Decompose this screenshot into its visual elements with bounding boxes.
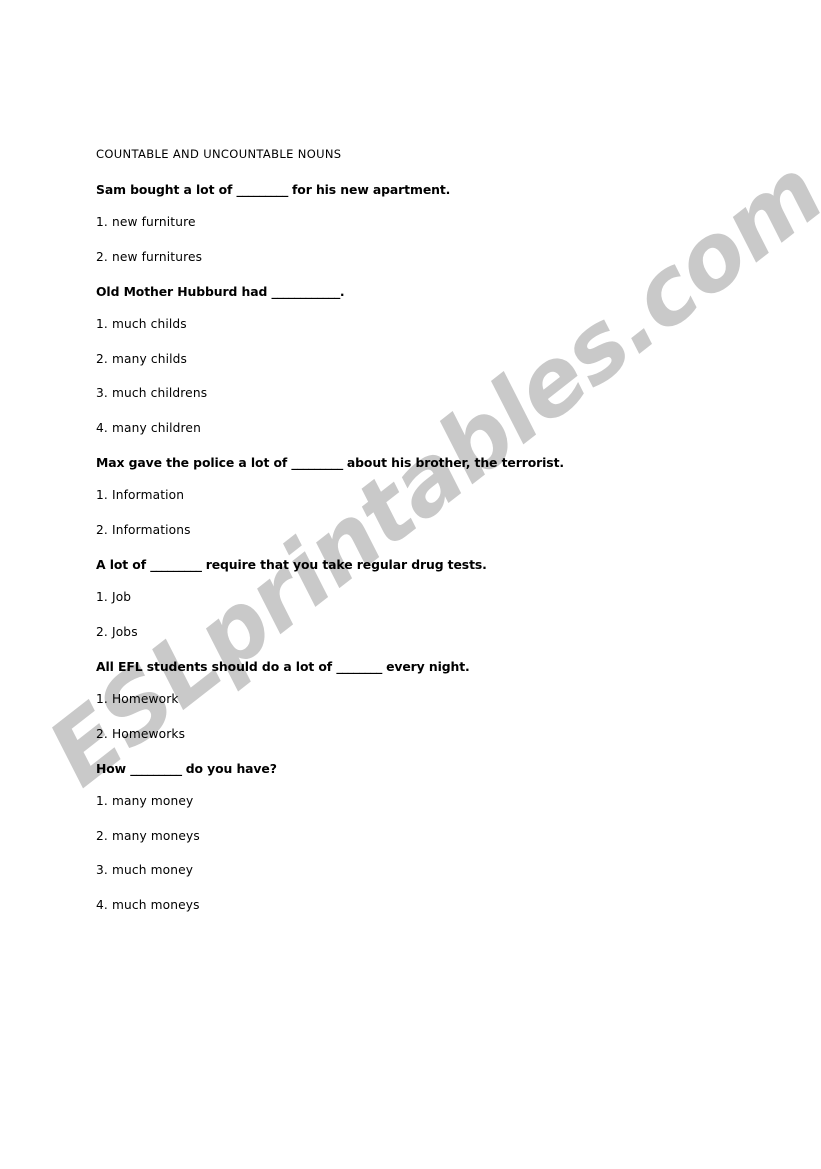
answer-option[interactable]: 1. many money — [96, 793, 716, 810]
answer-option[interactable]: 3. much childrens — [96, 385, 716, 402]
answer-option[interactable]: 1. Information — [96, 487, 716, 504]
question-prompt: Max gave the police a lot of _________ a… — [96, 454, 716, 471]
question-block: Old Mother Hubburd had ____________. 1. m… — [96, 283, 716, 437]
prompt-text-before: Old Mother Hubburd had — [96, 284, 272, 299]
answer-option[interactable]: 2. new furnitures — [96, 249, 716, 266]
answer-option[interactable]: 2. Jobs — [96, 624, 716, 641]
answer-option[interactable]: 1. Homework — [96, 691, 716, 708]
worksheet-content: COUNTABLE AND UNCOUNTABLE NOUNS Sam boug… — [96, 146, 716, 914]
answer-option[interactable]: 4. much moneys — [96, 897, 716, 914]
prompt-text-after: require that you take regular drug tests… — [201, 557, 487, 572]
question-prompt: All EFL students should do a lot of ____… — [96, 658, 716, 675]
question-prompt: A lot of _________ require that you take… — [96, 556, 716, 573]
answer-option[interactable]: 1. new furniture — [96, 214, 716, 231]
answer-option[interactable]: 2. Homeworks — [96, 726, 716, 743]
answer-option[interactable]: 4. many children — [96, 420, 716, 437]
prompt-text-after: . — [339, 284, 345, 299]
question-block: How _________ do you have? 1. many money 2… — [96, 760, 716, 914]
worksheet-page: ESLprintables.com COUNTABLE AND UNCOUNTA… — [0, 0, 821, 1169]
question-block: Max gave the police a lot of _________ a… — [96, 454, 716, 539]
answer-blank[interactable]: _________ — [130, 761, 182, 776]
question-block: Sam bought a lot of _________ for his ne… — [96, 181, 716, 266]
question-block: A lot of _________ require that you take… — [96, 556, 716, 641]
prompt-text-after: about his brother, the terrorist. — [342, 455, 564, 470]
answer-option[interactable]: 2. many childs — [96, 351, 716, 368]
prompt-text-after: for his new apartment. — [287, 182, 451, 197]
question-prompt: Old Mother Hubburd had ____________. — [96, 283, 716, 300]
question-list: Sam bought a lot of _________ for his ne… — [96, 181, 716, 914]
answer-blank[interactable]: _________ — [150, 557, 202, 572]
question-block: All EFL students should do a lot of ____… — [96, 658, 716, 743]
answer-blank[interactable]: _________ — [237, 182, 289, 197]
question-prompt: How _________ do you have? — [96, 760, 716, 777]
answer-option[interactable]: 2. many moneys — [96, 828, 716, 845]
prompt-text-before: Sam bought a lot of — [96, 182, 237, 197]
answer-option[interactable]: 2. Informations — [96, 522, 716, 539]
answer-option[interactable]: 3. much money — [96, 862, 716, 879]
prompt-text-after: do you have? — [181, 761, 277, 776]
prompt-text-after: every night. — [381, 659, 470, 674]
question-prompt: Sam bought a lot of _________ for his ne… — [96, 181, 716, 198]
prompt-text-before: A lot of — [96, 557, 151, 572]
prompt-text-before: How — [96, 761, 131, 776]
worksheet-title: COUNTABLE AND UNCOUNTABLE NOUNS — [96, 147, 342, 161]
prompt-text-before: All EFL students should do a lot of — [96, 659, 337, 674]
answer-blank[interactable]: _________ — [291, 455, 343, 470]
answer-option[interactable]: 1. Job — [96, 589, 716, 606]
answer-blank[interactable]: ____________ — [272, 284, 341, 299]
answer-option[interactable]: 1. much childs — [96, 316, 716, 333]
answer-blank[interactable]: ________ — [336, 659, 382, 674]
prompt-text-before: Max gave the police a lot of — [96, 455, 292, 470]
